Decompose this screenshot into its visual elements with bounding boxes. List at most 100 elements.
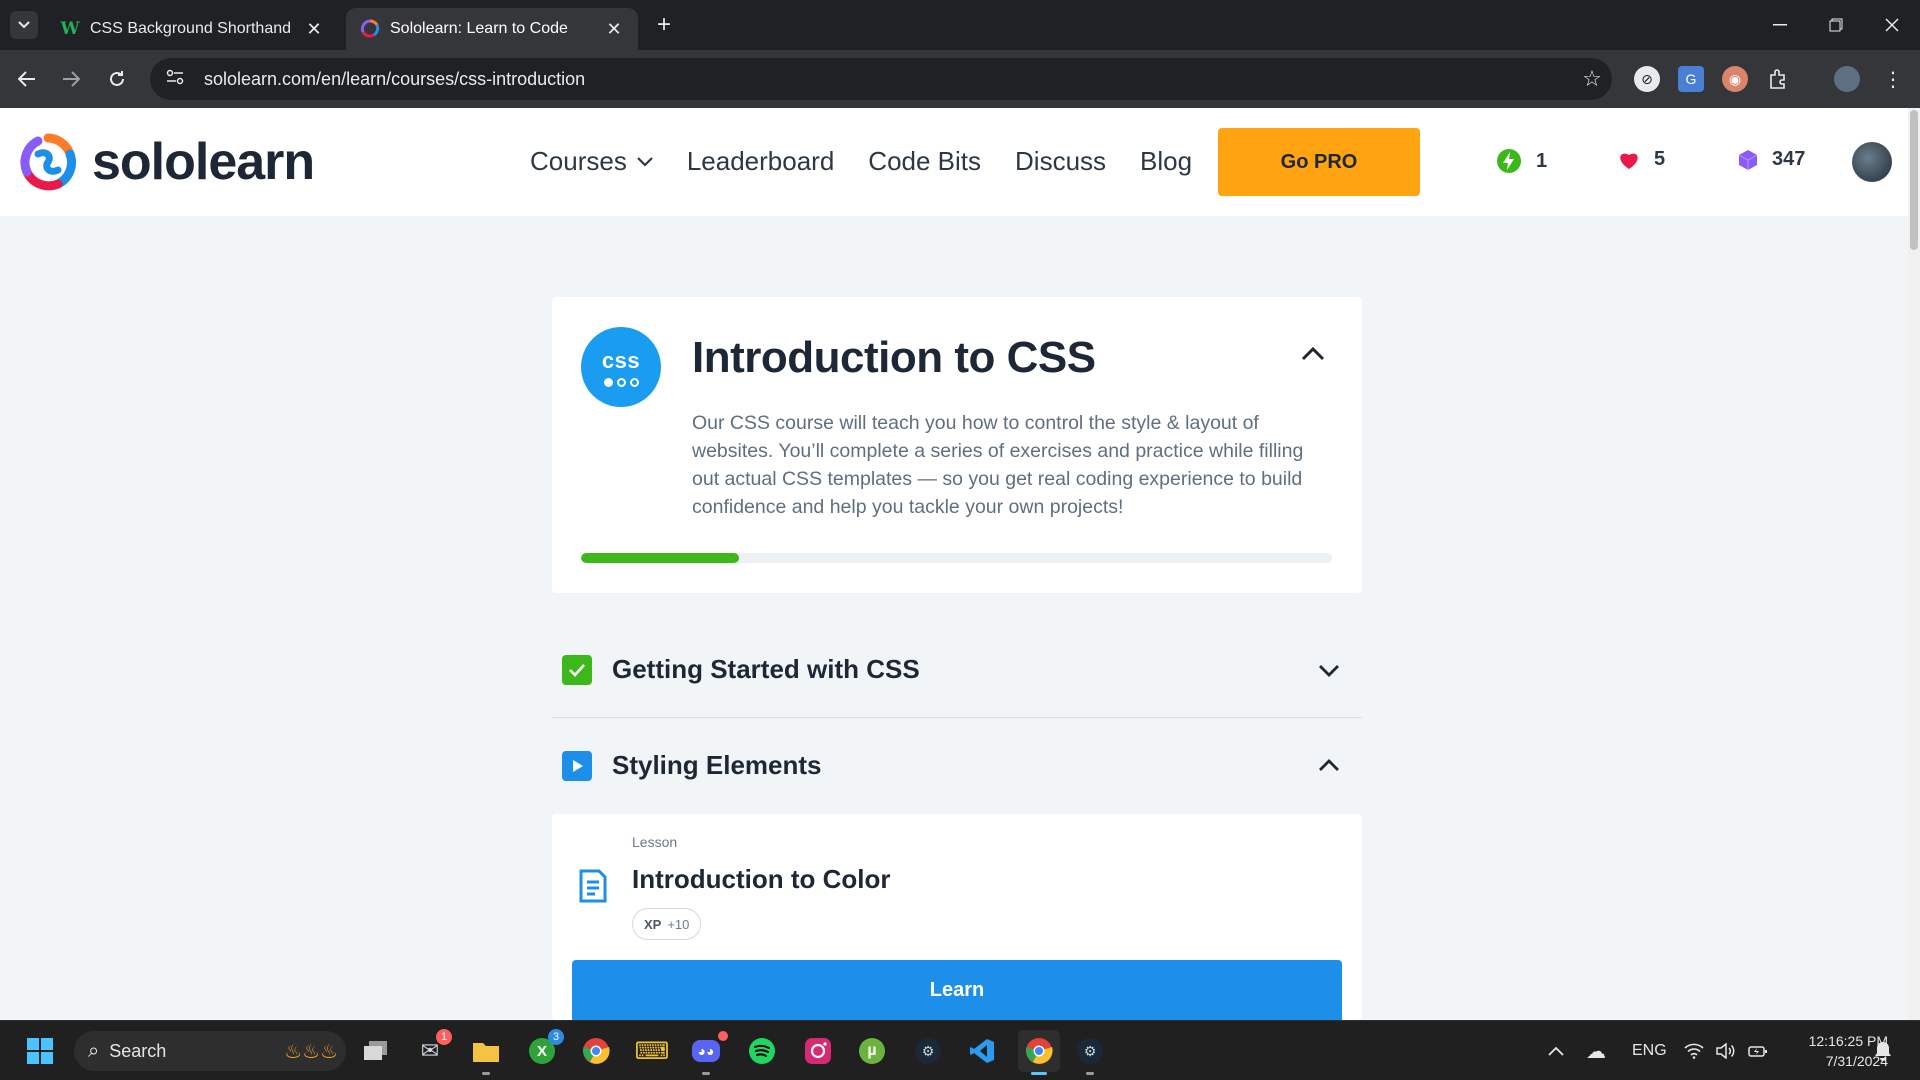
taskbar-steam[interactable]: ⚙ <box>910 1033 946 1069</box>
hearts-counter[interactable]: 5 <box>1618 148 1665 171</box>
minimize-button[interactable] <box>1752 0 1808 50</box>
taskbar-search[interactable]: ⌕ Search ♨♨♨ <box>74 1031 346 1071</box>
restore-button[interactable] <box>1808 0 1864 50</box>
lesson-type-label: Lesson <box>632 834 678 850</box>
spotify-icon <box>749 1038 775 1064</box>
extensions-puzzle-icon[interactable] <box>1766 66 1792 92</box>
nav-label: Courses <box>530 146 627 176</box>
bits-value: 347 <box>1772 148 1806 170</box>
logo-text: sololearn <box>92 133 315 191</box>
bits-counter[interactable]: 347 <box>1738 148 1805 171</box>
browser-toolbar: sololearn.com/en/learn/courses/css-intro… <box>0 50 1920 108</box>
module-styling-elements[interactable]: Styling Elements <box>552 718 1362 813</box>
taskbar-vscode[interactable] <box>964 1033 1000 1069</box>
tab-title: Sololearn: Learn to Code <box>390 20 568 37</box>
browser-tabbar: W CSS Background Shorthand ✕ Sololearn: … <box>0 0 1920 50</box>
onedrive-tray-icon[interactable]: ☁ <box>1586 1021 1606 1080</box>
taskbar-xbox[interactable]: X 3 <box>524 1029 564 1069</box>
user-avatar[interactable] <box>1852 142 1892 182</box>
extension-avatar-icon[interactable]: ◉ <box>1722 66 1748 92</box>
extension-compass-icon[interactable]: ⊘ <box>1634 66 1660 92</box>
taskbar-steam-2[interactable]: ⚙ <box>1072 1033 1108 1075</box>
w3-favicon-icon: W <box>60 19 80 39</box>
taskbar-chrome-active[interactable] <box>1018 1030 1060 1075</box>
taskbar-discord[interactable]: ◕◕ <box>688 1031 728 1075</box>
lesson-card: Lesson Introduction to Color XP +10 Lear… <box>552 814 1362 1020</box>
profile-avatar-icon[interactable] <box>1834 66 1860 92</box>
taskbar-utorrent[interactable]: µ <box>854 1033 890 1069</box>
nav-code-bits[interactable]: Code Bits <box>868 146 981 177</box>
show-hidden-icons-button[interactable] <box>1548 1021 1564 1080</box>
bookmark-star-icon[interactable]: ☆ <box>1572 66 1612 92</box>
chevron-up-icon[interactable] <box>1298 339 1328 369</box>
battery-charging-icon <box>1748 1046 1767 1057</box>
streak-value: 1 <box>1536 149 1548 172</box>
close-icon[interactable]: ✕ <box>604 19 624 40</box>
nav-courses[interactable]: Courses <box>530 146 653 177</box>
browser-menu-button[interactable]: ⋮ <box>1878 64 1908 94</box>
reload-button[interactable] <box>102 64 132 94</box>
minimize-icon <box>1773 24 1787 26</box>
cloud-icon: ☁ <box>1586 1040 1606 1063</box>
chevron-down-icon[interactable] <box>1314 655 1344 685</box>
search-placeholder: Search <box>109 1040 167 1061</box>
language-label: ENG <box>1632 1042 1667 1059</box>
bit-cube-icon <box>1738 149 1758 170</box>
sololearn-logo[interactable]: sololearn <box>18 132 315 192</box>
nav-discuss[interactable]: Discuss <box>1015 146 1106 177</box>
module-title: Getting Started with CSS <box>612 654 920 684</box>
forward-button[interactable] <box>56 64 86 94</box>
site-info-icon[interactable] <box>166 69 190 90</box>
chevron-up-icon[interactable] <box>1314 751 1344 781</box>
course-card: css Introduction to CSS Our CSS course w… <box>552 297 1362 593</box>
translate-extension-icon[interactable]: G <box>1678 66 1704 92</box>
address-bar[interactable]: sololearn.com/en/learn/courses/css-intro… <box>150 58 1612 100</box>
url-text: sololearn.com/en/learn/courses/css-intro… <box>204 68 586 89</box>
learn-button[interactable]: Learn <box>572 960 1342 1020</box>
tab-css-background[interactable]: W CSS Background Shorthand ✕ <box>46 8 338 50</box>
sololearn-logo-icon <box>20 133 77 191</box>
task-view-button[interactable] <box>358 1033 394 1069</box>
steam-icon: ⚙ <box>915 1038 941 1064</box>
taskbar-file-explorer[interactable] <box>468 1033 504 1075</box>
checkbox-checked-icon <box>562 654 592 685</box>
css-course-badge: css <box>581 327 661 407</box>
course-title: Introduction to CSS <box>692 333 1096 382</box>
search-highlight-icon: ♨♨♨ <box>284 1040 338 1063</box>
steam-icon: ⚙ <box>1077 1038 1103 1064</box>
python-icon: ⌨ <box>634 1037 670 1065</box>
new-tab-button[interactable]: + <box>650 11 678 39</box>
close-icon[interactable]: ✕ <box>304 19 324 40</box>
hearts-value: 5 <box>1654 148 1666 170</box>
back-button[interactable] <box>12 64 42 94</box>
nav-leaderboard[interactable]: Leaderboard <box>687 146 834 177</box>
notifications-button[interactable] <box>1874 1021 1892 1080</box>
mail-icon: ✉ <box>420 1038 440 1063</box>
course-description: Our CSS course will teach you how to con… <box>692 412 1304 518</box>
quick-settings[interactable] <box>1684 1021 1768 1080</box>
language-indicator[interactable]: ENG <box>1632 1021 1667 1080</box>
chevron-down-icon <box>637 156 653 167</box>
tab-sololearn[interactable]: Sololearn: Learn to Code ✕ <box>346 8 638 50</box>
streak-counter[interactable]: 1 <box>1496 148 1547 174</box>
chrome-icon <box>583 1038 610 1064</box>
windows-logo-icon <box>27 1038 53 1064</box>
taskbar-spotify[interactable] <box>744 1033 780 1069</box>
nav-blog[interactable]: Blog <box>1140 146 1192 177</box>
search-icon: ⌕ <box>88 1039 100 1062</box>
close-window-button[interactable] <box>1864 0 1920 50</box>
module-getting-started[interactable]: Getting Started with CSS <box>552 622 1362 718</box>
tab-title: CSS Background Shorthand <box>90 20 292 37</box>
tab-search-button[interactable] <box>10 11 38 39</box>
taskbar-chrome[interactable] <box>578 1033 614 1069</box>
go-pro-button[interactable]: Go PRO <box>1218 128 1420 196</box>
arrow-right-icon <box>63 71 80 87</box>
chevron-up-icon <box>1548 1046 1564 1056</box>
taskbar-python-app[interactable]: ⌨ <box>634 1033 670 1069</box>
taskbar-mail-app[interactable]: ✉ 1 <box>412 1029 452 1069</box>
start-button[interactable] <box>22 1033 58 1069</box>
taskbar-clock[interactable]: 12:16:25 PM 7/31/2024 <box>1768 1031 1888 1071</box>
utorrent-icon: µ <box>859 1038 885 1064</box>
scrollbar-thumb[interactable] <box>1910 110 1918 250</box>
taskbar-instagram[interactable] <box>800 1033 836 1069</box>
